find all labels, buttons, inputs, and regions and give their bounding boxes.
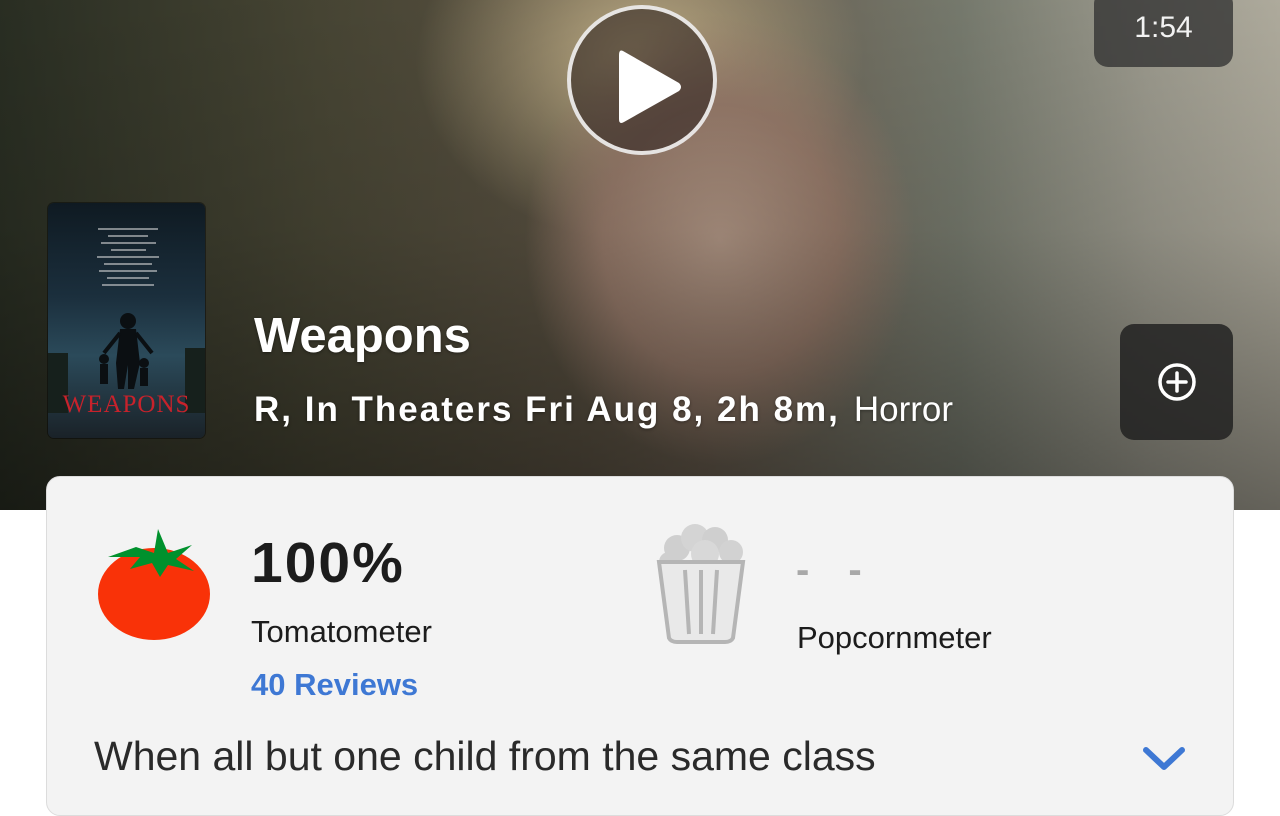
movie-meta: R, In Theaters Fri Aug 8, 2h 8m, Horror bbox=[254, 390, 953, 430]
play-trailer-button[interactable] bbox=[567, 5, 717, 155]
movie-info: R, In Theaters Fri Aug 8, 2h 8m, bbox=[254, 390, 840, 429]
poster-credits bbox=[88, 223, 168, 291]
popcorn-icon bbox=[656, 524, 746, 644]
tomato-icon bbox=[98, 529, 210, 640]
tomatometer-score: 100% bbox=[251, 531, 405, 595]
trailer-duration: 1:54 bbox=[1094, 0, 1233, 67]
movie-genre: Horror bbox=[853, 390, 954, 429]
chevron-down-icon[interactable] bbox=[1141, 744, 1187, 774]
reviews-link[interactable]: 40 Reviews bbox=[251, 667, 418, 703]
popcornmeter-score: - - bbox=[796, 548, 876, 592]
play-icon bbox=[619, 50, 681, 123]
popcornmeter-label: Popcornmeter bbox=[797, 620, 992, 655]
tomatometer-label: Tomatometer bbox=[251, 614, 432, 649]
add-to-watchlist-button[interactable] bbox=[1120, 324, 1233, 440]
movie-title: Weapons bbox=[254, 309, 471, 363]
movie-poster[interactable]: WEAPONS bbox=[48, 203, 205, 438]
poster-title: WEAPONS bbox=[62, 391, 191, 418]
synopsis-text: When all but one child from the same cla… bbox=[94, 733, 876, 779]
add-circle-icon bbox=[1158, 363, 1196, 401]
